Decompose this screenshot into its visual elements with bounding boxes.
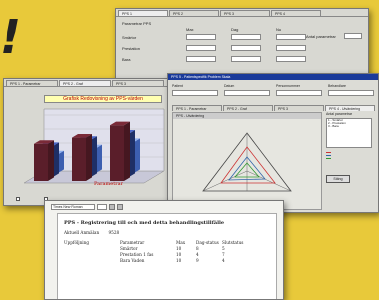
bold-button[interactable]: [109, 204, 115, 210]
field-input[interactable]: [224, 90, 270, 96]
value-field[interactable]: [231, 34, 261, 40]
table-cell: 4: [222, 258, 225, 263]
value-field[interactable]: [276, 56, 306, 62]
bar-chart: [23, 108, 165, 184]
tab-3[interactable]: PPS 3: [220, 10, 270, 16]
field-label: Patient: [172, 84, 183, 88]
legend-item: [326, 155, 376, 156]
value-field[interactable]: [186, 34, 216, 40]
value-field[interactable]: [276, 34, 306, 40]
legend-swatch: [326, 155, 331, 156]
value-field[interactable]: [186, 56, 216, 62]
parameter-list[interactable]: 1 - Smärtor 2 - Prestation 3 - Bara: [326, 118, 372, 148]
evaluation-window: PPS 5 - Patientspecifik Problem Skala Pa…: [167, 73, 379, 213]
bar-side: [124, 121, 130, 181]
list-header: Antal parametrar: [326, 112, 353, 116]
evaluation-tabs: PPS 1 - Parametrar PPS 2 - Graf PPS 3 PPS 4…: [170, 104, 377, 111]
field-input[interactable]: [276, 90, 322, 96]
close-button[interactable]: Stäng: [326, 175, 350, 183]
legend: [326, 152, 376, 159]
column-header: Max: [186, 27, 194, 32]
bar-side: [86, 134, 92, 181]
table-cell: 10: [176, 258, 182, 263]
row-label: Smärtor: [122, 35, 137, 40]
bar-front: [72, 137, 86, 181]
report-toolbar: Times New Roman: [51, 204, 123, 210]
field-input[interactable]: [328, 90, 374, 96]
tab-2[interactable]: PPS 2 - Graf: [223, 105, 273, 111]
field-label: Personnummer: [276, 84, 300, 88]
legend-item: [326, 152, 376, 153]
size-dropdown[interactable]: [97, 204, 107, 210]
report-year: Aktuell Anmälan 9528: [64, 230, 120, 235]
report-heading: PPS - Registrering till och med detta be…: [64, 220, 225, 226]
graph-title: Grafisk Redovisning av PPS-värden: [44, 95, 162, 103]
parameter-count-label: Antal parametrar: [306, 34, 336, 39]
chart-axis-label: Parametrar: [94, 181, 123, 187]
table-cell: Bara Vaden: [120, 258, 145, 263]
field-label: Behandlare: [328, 84, 346, 88]
value-field[interactable]: [186, 45, 216, 51]
tab-1[interactable]: PPS 1 - Parametrar: [172, 105, 222, 111]
parameters-title: Parametrar PPS: [122, 21, 152, 26]
list-item[interactable]: 3 - Bara: [327, 125, 371, 128]
graph-window: PPS 1 - Parametrar PPS 2 - Graf PPS 3 Graf…: [3, 78, 175, 206]
legend-swatch: [326, 158, 331, 159]
italic-button[interactable]: [117, 204, 123, 210]
bar-front: [110, 125, 124, 181]
tab-2[interactable]: PPS 2 - Graf: [59, 80, 111, 86]
checkbox-1[interactable]: [16, 197, 22, 201]
legend-item: [326, 158, 376, 159]
tab-4[interactable]: PPS 4: [271, 10, 321, 16]
bar-side: [48, 140, 54, 181]
tab-2[interactable]: PPS 2: [169, 10, 219, 16]
font-dropdown[interactable]: Times New Roman: [51, 204, 95, 210]
column-header: Dag: [231, 27, 239, 32]
column-header: Nu: [276, 27, 282, 32]
parameters-tabs: PPS 1 PPS 2 PPS 3 PPS 4: [116, 9, 368, 16]
value-field[interactable]: [276, 45, 306, 51]
report-window: Times New Roman PPS - Registrering till …: [44, 200, 284, 300]
legend-swatch: [326, 152, 331, 153]
tab-1[interactable]: PPS 1 - Parametrar: [6, 80, 58, 86]
row-label: Bara: [122, 57, 131, 62]
row-label: Prestation: [122, 46, 141, 51]
table-cell: 9: [196, 258, 199, 263]
radar-chart: [202, 132, 292, 192]
tab-1[interactable]: PPS 1: [118, 10, 168, 16]
value-field[interactable]: [231, 45, 261, 51]
table-cell: [64, 258, 120, 264]
parameter-count-field[interactable]: [344, 33, 362, 39]
evaluation-titlebar: PPS 5 - Patientspecifik Problem Skala: [168, 74, 378, 80]
bar-front: [34, 143, 48, 181]
field-label: Datum: [224, 84, 235, 88]
report-document: PPS - Registrering till och med detta be…: [57, 213, 277, 299]
tab-4[interactable]: PPS 4 - Utvärdering: [325, 105, 375, 111]
value-field[interactable]: [231, 56, 261, 62]
tab-3[interactable]: PPS 3: [112, 80, 164, 86]
table-row: Bara Vaden 10 9 4: [64, 258, 276, 264]
tab-3[interactable]: PPS 3: [274, 105, 324, 111]
report-table: Uppföljning Parametrar Max Dag-status Slutst…: [64, 240, 276, 264]
field-input[interactable]: [172, 90, 218, 96]
graph-tabs: PPS 1 - Parametrar PPS 2 - Graf PPS 3: [4, 79, 174, 86]
radar-panel: PPS - Utvärdering: [172, 112, 322, 210]
exclamation-mark: !: [0, 10, 21, 64]
